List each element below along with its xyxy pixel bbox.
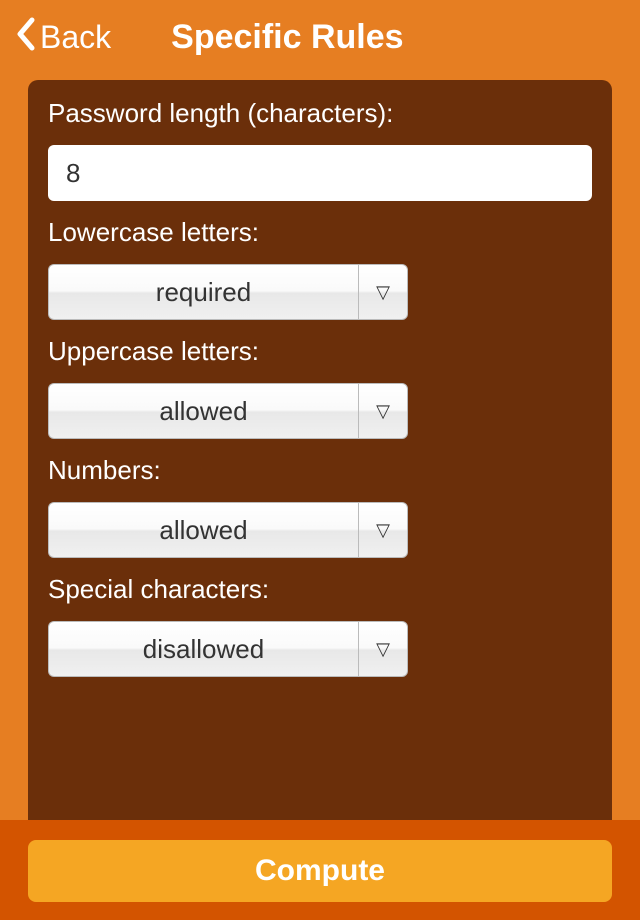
special-label: Special characters:: [48, 574, 592, 605]
compute-button[interactable]: Compute: [28, 840, 612, 902]
lowercase-label: Lowercase letters:: [48, 217, 592, 248]
special-select-value: disallowed: [48, 621, 358, 677]
uppercase-select-value: allowed: [48, 383, 358, 439]
dropdown-arrow-icon: ▽: [358, 502, 408, 558]
back-button[interactable]: Back: [15, 17, 111, 59]
footer: Compute: [0, 820, 640, 920]
dropdown-arrow-icon: ▽: [358, 264, 408, 320]
numbers-select[interactable]: allowed ▽: [48, 502, 408, 558]
back-label: Back: [40, 19, 111, 56]
numbers-select-value: allowed: [48, 502, 358, 558]
dropdown-arrow-icon: ▽: [358, 383, 408, 439]
numbers-label: Numbers:: [48, 455, 592, 486]
lowercase-select[interactable]: required ▽: [48, 264, 408, 320]
length-label: Password length (characters):: [48, 98, 592, 129]
rules-panel: Password length (characters): Lowercase …: [28, 80, 612, 830]
uppercase-select[interactable]: allowed ▽: [48, 383, 408, 439]
uppercase-label: Uppercase letters:: [48, 336, 592, 367]
length-input[interactable]: [48, 145, 592, 201]
lowercase-select-value: required: [48, 264, 358, 320]
chevron-left-icon: [15, 17, 35, 59]
special-select[interactable]: disallowed ▽: [48, 621, 408, 677]
page-title: Specific Rules: [171, 18, 403, 57]
dropdown-arrow-icon: ▽: [358, 621, 408, 677]
header: Back Specific Rules: [0, 0, 640, 80]
